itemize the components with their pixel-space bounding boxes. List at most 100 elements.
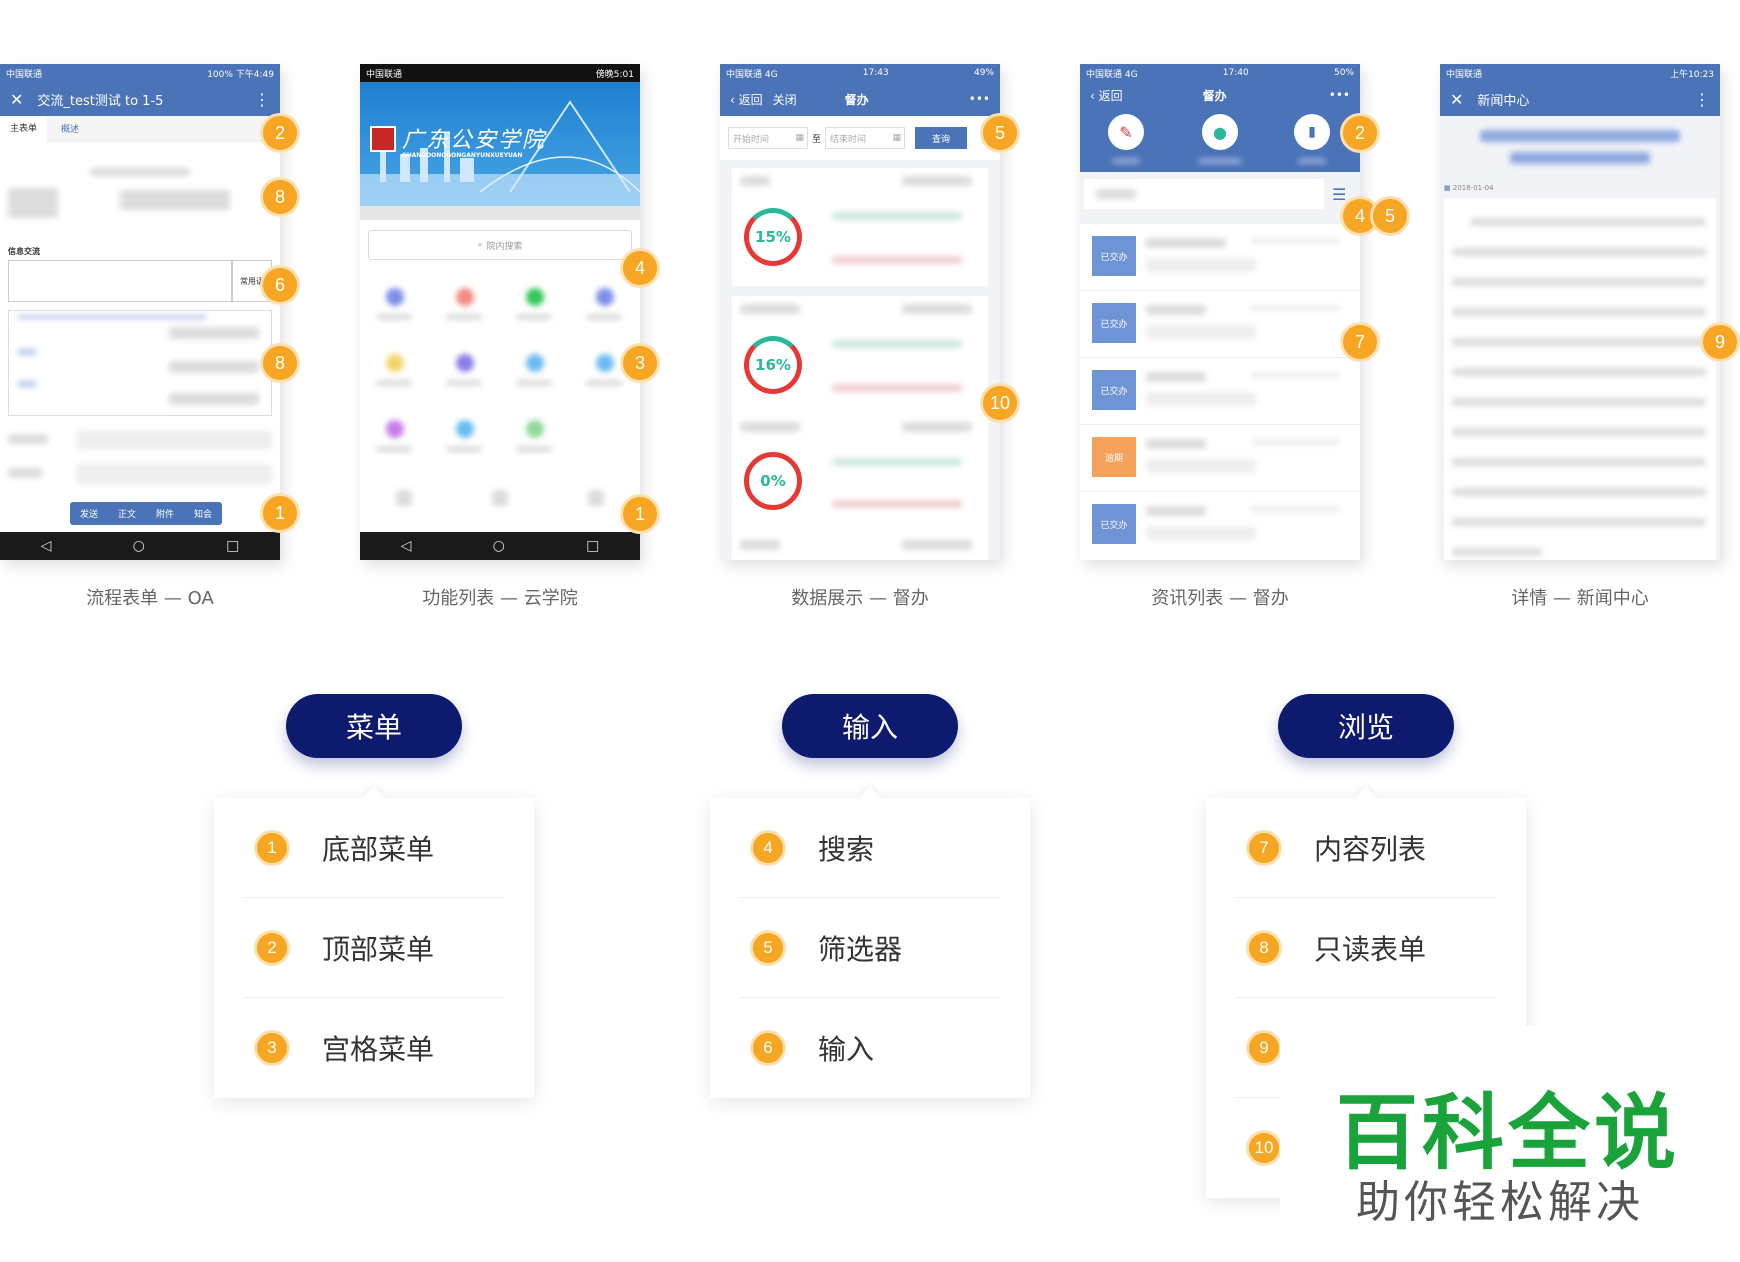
- android-nav-bar: ◁ ○ □: [0, 532, 280, 560]
- home-nav-icon[interactable]: ○: [493, 538, 505, 554]
- legend-item: 3 宫格菜单: [244, 998, 504, 1098]
- end-date-input[interactable]: 结束时间 ▦: [825, 127, 906, 149]
- badge: 1: [260, 493, 300, 533]
- close-icon[interactable]: ✕: [1450, 90, 1463, 109]
- close-button[interactable]: 关闭: [773, 91, 797, 108]
- grid-item[interactable]: [386, 354, 404, 372]
- more-icon[interactable]: ⋮: [254, 90, 270, 109]
- watermark-subtitle: 助你轻松解决: [1356, 1177, 1644, 1228]
- back-nav-icon[interactable]: ◁: [401, 538, 412, 554]
- category-pill-input: 输入: [782, 694, 958, 758]
- chart-icon[interactable]: ▮: [1294, 114, 1330, 150]
- edit-icon[interactable]: ✎: [1108, 114, 1144, 150]
- more-icon[interactable]: ⋮: [1694, 90, 1710, 109]
- readonly-field: [90, 168, 190, 176]
- tab-bar-item[interactable]: [492, 490, 508, 506]
- list-item[interactable]: 已交办: [1080, 358, 1360, 425]
- list-item[interactable]: 已交办: [1080, 291, 1360, 358]
- attachment-button[interactable]: 附件: [146, 502, 184, 525]
- calendar-icon: ▦: [1444, 184, 1451, 192]
- close-icon[interactable]: ✕: [10, 90, 23, 109]
- legend-item: 8 只读表单: [1236, 898, 1496, 998]
- bottom-menu: 发送 正文 附件 知会: [70, 502, 223, 525]
- query-button[interactable]: 查询: [915, 127, 968, 149]
- recent-nav-icon[interactable]: □: [226, 538, 239, 554]
- screen-data-display: 中国联通 4G 17:43 49% ‹ 返回 关闭 督办 ••• 开始时间 ▦ 至…: [720, 64, 1000, 560]
- status-bar: 中国联通 4G 17:43 49%: [720, 64, 1000, 82]
- send-button[interactable]: 发送: [70, 502, 108, 525]
- article-title: [1480, 130, 1680, 142]
- status-tag: 已交办: [1092, 236, 1136, 276]
- status-carrier: 中国联通 4G: [726, 69, 778, 80]
- legend-card-menu: 1 底部菜单 2 顶部菜单 3 宫格菜单: [214, 786, 534, 1098]
- grid-item[interactable]: [526, 354, 544, 372]
- list-item: [17, 381, 37, 387]
- school-logo: [370, 126, 396, 152]
- legend-number: 10: [1246, 1130, 1282, 1166]
- caption: 数据展示 — 督办: [791, 588, 929, 609]
- readonly-field: [8, 188, 58, 218]
- banner: 广东公安学院 GUANGDONGGONGANYUNXUEYUAN: [360, 82, 640, 206]
- badge: 4: [620, 248, 660, 288]
- grid-menu: [360, 270, 640, 520]
- grid-item[interactable]: [386, 288, 404, 306]
- caption: 详情 — 新闻中心: [1511, 588, 1649, 609]
- progress-ring: 16%: [744, 336, 802, 394]
- body-button[interactable]: 正文: [108, 502, 146, 525]
- message-input[interactable]: [8, 260, 232, 302]
- banner-subtitle: GUANGDONGGONGANYUNXUEYUAN: [402, 152, 523, 159]
- tab-bar-item[interactable]: [588, 490, 604, 506]
- badge: 2: [260, 113, 300, 153]
- nav-bar: ✕ 交流_test测试 to 1-5 ⋮: [0, 82, 280, 116]
- status-bar: 中国联通 傍晚5:01: [360, 64, 640, 82]
- grid-item[interactable]: [456, 288, 474, 306]
- grid-item[interactable]: [456, 420, 474, 438]
- to-label: 至: [812, 134, 822, 145]
- search-input[interactable]: ⌕ 院内搜索: [368, 230, 632, 260]
- legend-label: 宫格菜单: [322, 1033, 435, 1066]
- grid-item[interactable]: [526, 288, 544, 306]
- user-icon[interactable]: ●: [1202, 114, 1238, 150]
- list-item[interactable]: 已交办: [1080, 224, 1360, 291]
- readonly-field: [76, 464, 272, 484]
- recent-nav-icon[interactable]: □: [586, 538, 599, 554]
- list-item: [17, 349, 37, 355]
- legend-item: 2 顶部菜单: [244, 898, 504, 998]
- tab-bar-item[interactable]: [396, 490, 412, 506]
- progress-ring: 0%: [744, 452, 802, 510]
- caption: 流程表单 — OA: [86, 588, 214, 609]
- notify-button[interactable]: 知会: [184, 502, 222, 525]
- list-item[interactable]: 已交办: [1080, 492, 1360, 559]
- home-nav-icon[interactable]: ○: [133, 538, 145, 554]
- nav-bar: ✕ 新闻中心 ⋮: [1440, 82, 1720, 116]
- list-item: [169, 393, 259, 405]
- back-nav-icon[interactable]: ◁: [41, 538, 52, 554]
- tab-overview[interactable]: 概述: [47, 122, 93, 135]
- more-icon[interactable]: •••: [1329, 88, 1350, 102]
- grid-item[interactable]: [456, 354, 474, 372]
- grid-item[interactable]: [386, 420, 404, 438]
- list-item[interactable]: 逾期: [1080, 425, 1360, 492]
- status-battery: 49%: [973, 68, 994, 78]
- badge: 7: [1340, 322, 1380, 362]
- grid-item[interactable]: [596, 354, 614, 372]
- back-button[interactable]: ‹ 返回: [1090, 87, 1123, 104]
- start-date-input[interactable]: 开始时间 ▦: [728, 127, 808, 149]
- search-bar: ☰: [1080, 172, 1360, 216]
- search-icon: ⌕: [477, 240, 483, 250]
- back-button[interactable]: ‹ 返回: [730, 91, 763, 108]
- grid-item[interactable]: [596, 288, 614, 306]
- legend-item: 5 筛选器: [740, 898, 1000, 998]
- legend-number: 8: [1246, 929, 1282, 966]
- list-item: [17, 315, 207, 319]
- more-icon[interactable]: •••: [969, 92, 990, 106]
- tab-main-form[interactable]: 主表单: [0, 115, 48, 142]
- filter-icon[interactable]: ☰: [1332, 185, 1346, 204]
- page-title: 新闻中心: [1477, 93, 1530, 109]
- grid-item[interactable]: [526, 420, 544, 438]
- legend-card-input: 4 搜索 5 筛选器 6 输入: [710, 786, 1030, 1098]
- legend-number: 9: [1246, 1029, 1282, 1066]
- nav-bar: ‹ 返回 关闭 督办 •••: [720, 82, 1000, 116]
- legend-label: 只读表单: [1314, 932, 1427, 966]
- search-input[interactable]: [1084, 179, 1324, 209]
